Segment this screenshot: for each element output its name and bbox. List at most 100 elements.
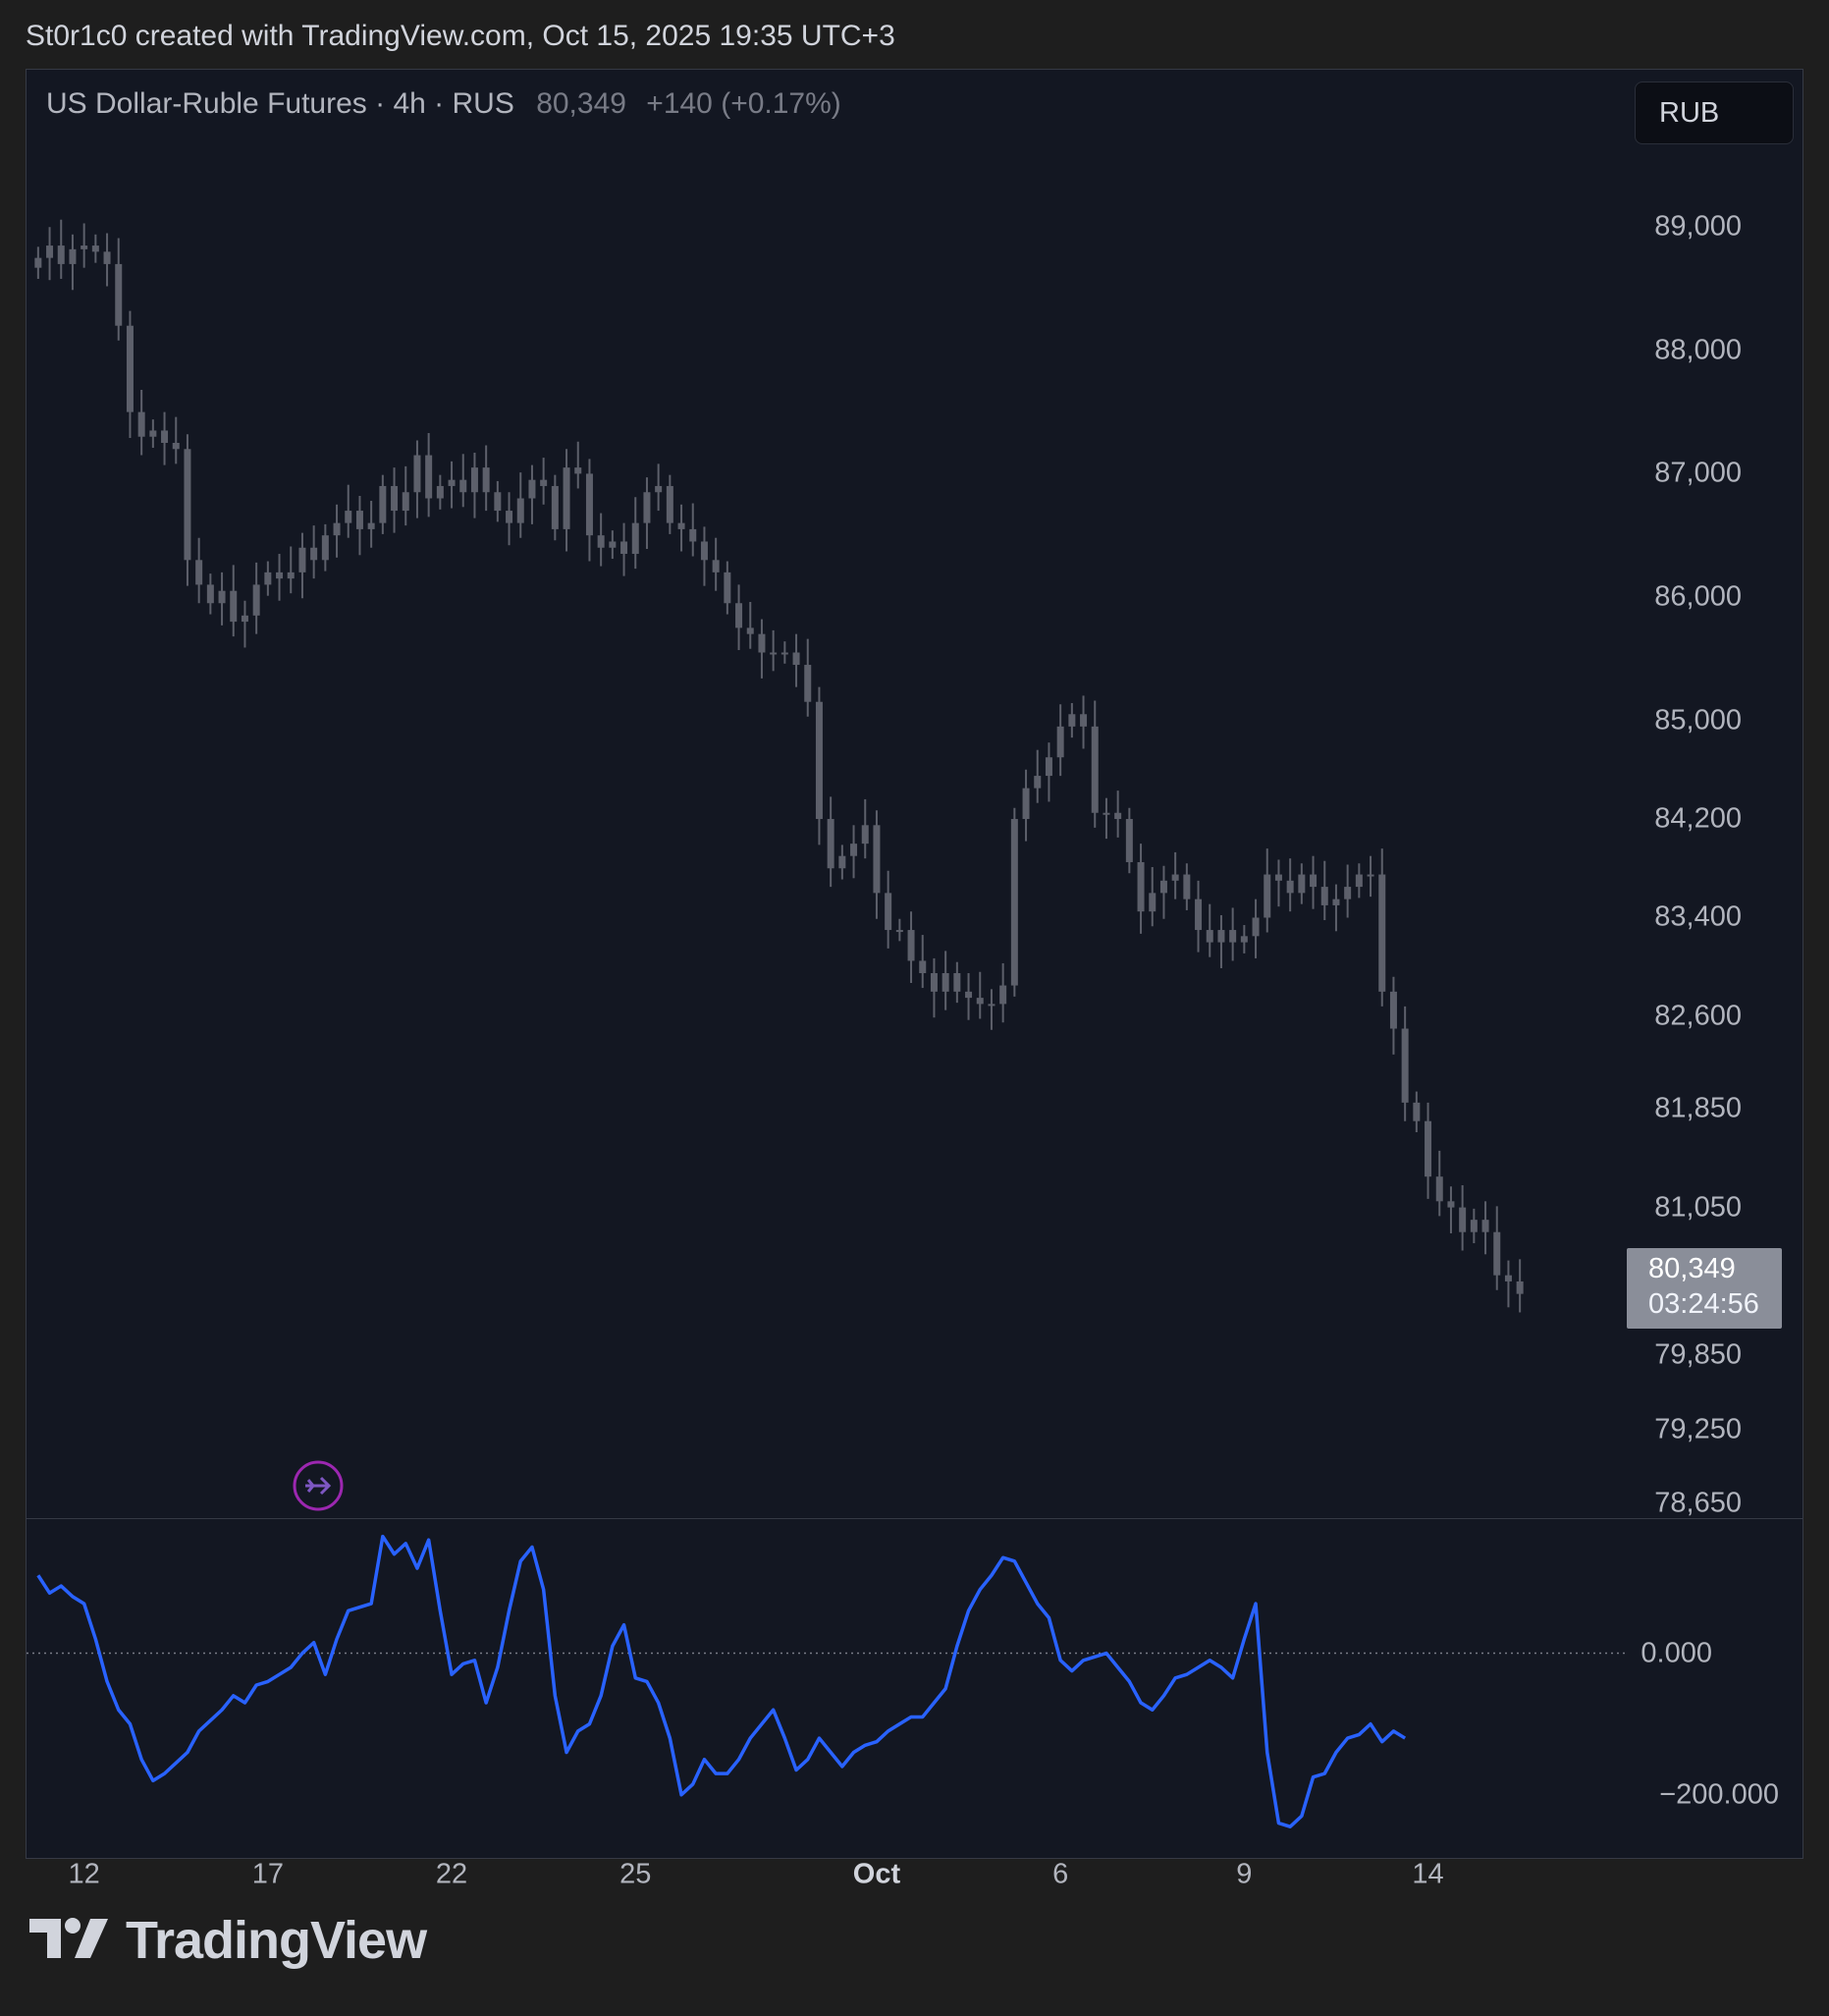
candle-body — [850, 844, 858, 856]
candle-body — [459, 479, 467, 493]
candle-body — [1516, 1280, 1524, 1294]
candle-body — [1034, 776, 1042, 789]
candle-body — [1068, 714, 1076, 727]
candle-body — [885, 893, 892, 931]
candle-body — [103, 251, 111, 264]
candle-body — [873, 825, 881, 894]
candle-body — [506, 511, 513, 523]
price-axis-label: 83,400 — [1654, 900, 1742, 933]
oscillator-series-line — [36, 1534, 1407, 1828]
time-axis-label: 25 — [619, 1858, 652, 1890]
bar-countdown: 03:24:56 — [1648, 1288, 1759, 1320]
candle-body — [1171, 874, 1179, 881]
candle-body — [425, 455, 433, 499]
chart-frame[interactable]: US Dollar-Ruble Futures · 4h · RUS 80,34… — [26, 69, 1803, 1890]
candle-body — [631, 522, 639, 555]
candle-body — [907, 930, 915, 961]
candle-body — [470, 467, 478, 493]
candle-body — [1310, 874, 1318, 888]
price-axis-label: 88,000 — [1654, 334, 1742, 366]
candle-body — [1103, 812, 1110, 815]
time-axis-label: 17 — [251, 1858, 284, 1890]
candle-body — [91, 245, 99, 252]
legend-change: +140 (+0.17%) — [646, 87, 841, 120]
symbol-legend[interactable]: US Dollar-Ruble Futures · 4h · RUS 80,34… — [46, 87, 841, 121]
candle-body — [540, 479, 548, 486]
price-axis-label: 82,600 — [1654, 1000, 1742, 1032]
candle-body — [988, 1004, 995, 1007]
candle-body — [494, 492, 502, 512]
candle-body — [252, 584, 260, 616]
candle-body — [1159, 880, 1167, 894]
candle-body — [1137, 861, 1145, 912]
candle-body — [999, 985, 1007, 1005]
candle-body — [770, 652, 778, 655]
candle-body — [287, 572, 295, 579]
time-axis-label: 9 — [1236, 1858, 1253, 1890]
candle-body — [413, 455, 421, 493]
candle-body — [1481, 1220, 1489, 1232]
price-axis-label: 87,000 — [1654, 457, 1742, 489]
candle-body — [1125, 819, 1133, 862]
candle-body — [355, 511, 363, 529]
candle-body — [379, 485, 387, 523]
candle-body — [827, 819, 834, 869]
candle-body — [1367, 874, 1374, 877]
candle-body — [34, 257, 42, 268]
candle-body — [391, 485, 399, 512]
candle-body — [724, 572, 731, 604]
arrow-right-circle-icon[interactable] — [292, 1459, 345, 1512]
candle-body — [655, 485, 663, 493]
candle-body — [1401, 1028, 1409, 1103]
time-axis-label: 12 — [68, 1858, 100, 1890]
candle-body — [930, 973, 938, 992]
pane-separator[interactable] — [27, 1518, 1802, 1519]
candle-body — [1080, 714, 1088, 727]
legend-last-price: 80,349 — [536, 87, 626, 120]
price-axis-label: 89,000 — [1654, 210, 1742, 243]
candle-body — [516, 498, 524, 523]
legend-separator: · — [434, 87, 453, 120]
candle-body — [1435, 1176, 1443, 1202]
candle-body — [276, 572, 284, 579]
candle-body — [482, 467, 490, 493]
candle-body — [780, 652, 788, 655]
chart-attribution: St0r1c0 created with TradingView.com, Oc… — [26, 20, 895, 52]
candle-body — [597, 535, 605, 548]
candle-body — [1056, 726, 1064, 758]
candle-body — [804, 665, 812, 702]
legend-separator: · — [375, 87, 394, 120]
candle-body — [1022, 788, 1030, 820]
price-axis-label: 79,850 — [1654, 1338, 1742, 1371]
candle-body — [1264, 874, 1271, 918]
candle-body — [585, 473, 593, 536]
candle-body — [1355, 874, 1363, 888]
candle-body — [1378, 874, 1386, 992]
candle-body — [574, 467, 582, 474]
candle-body — [1149, 893, 1157, 912]
candle-body — [1274, 874, 1282, 881]
candle-body — [528, 479, 536, 499]
candle-body — [1206, 930, 1213, 943]
symbol-name: US Dollar-Ruble Futures — [46, 87, 367, 120]
candle-body — [976, 998, 984, 1005]
candle-body — [218, 590, 226, 604]
price-axis-label: 81,850 — [1654, 1092, 1742, 1124]
candle-body — [1332, 899, 1340, 905]
price-axis-label: 85,000 — [1654, 704, 1742, 736]
candle-body — [941, 973, 949, 992]
tradingview-logo-icon — [29, 1917, 108, 1965]
candle-body — [1493, 1231, 1501, 1276]
candle-body — [1389, 991, 1397, 1029]
last-price-tag: 80,349 03:24:56 — [1627, 1248, 1782, 1329]
candle-body — [161, 430, 169, 443]
candle-body — [1240, 936, 1248, 943]
candle-body — [1447, 1201, 1455, 1208]
candle-body — [149, 430, 157, 437]
candle-body — [1010, 819, 1018, 986]
candle-body — [1459, 1207, 1467, 1232]
candle-body — [436, 485, 444, 499]
chart-canvas[interactable] — [27, 70, 1802, 1858]
candle-body — [1183, 874, 1191, 899]
currency-button[interactable]: RUB — [1635, 82, 1794, 144]
